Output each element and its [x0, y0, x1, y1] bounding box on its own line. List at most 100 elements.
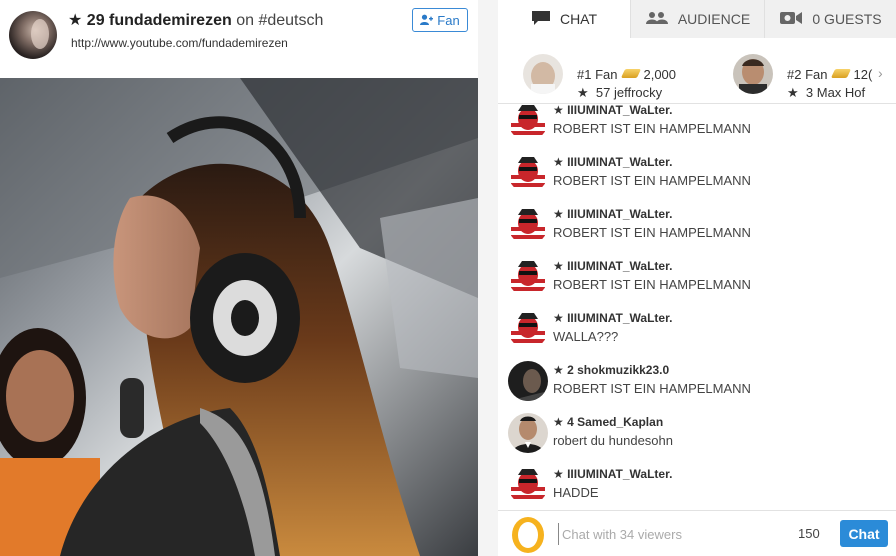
- fan-name[interactable]: jeffrocky: [614, 85, 662, 100]
- video-stream[interactable]: [0, 78, 478, 556]
- tab-audience[interactable]: AUDIENCE: [631, 0, 765, 38]
- chat-messages[interactable]: ★ IIIUMINAT_WaLter. ROBERT IST EIN HAMPEL…: [498, 105, 896, 510]
- star-icon: ★: [553, 467, 564, 481]
- user-name[interactable]: IIIUMINAT_WaLter.: [564, 155, 672, 169]
- chat-text: ROBERT IST EIN HAMPELMANN: [553, 277, 751, 292]
- broadcaster-url[interactable]: http://www.youtube.com/fundademirezen: [71, 36, 288, 50]
- tab-chat-label: CHAT: [559, 11, 598, 27]
- video-frame: [0, 78, 478, 556]
- chat-text: WALLA???: [553, 329, 619, 344]
- tab-chat[interactable]: CHAT: [498, 0, 631, 38]
- star-icon: ★: [553, 155, 564, 169]
- broadcaster-avatar[interactable]: [9, 11, 57, 59]
- broadcaster-title: ★ 29 fundademirezen on #deutsch: [68, 10, 323, 30]
- fan-rank-row: #2 Fan 12(: [787, 67, 872, 82]
- chat-username[interactable]: ★ IIIUMINAT_WaLter.: [553, 207, 672, 221]
- chevron-right-icon[interactable]: ›: [878, 65, 883, 81]
- user-level: 2: [563, 363, 574, 377]
- user-name[interactable]: IIIUMINAT_WaLter.: [564, 207, 672, 221]
- star-icon: ★: [553, 311, 564, 325]
- chat-username[interactable]: ★ 4 Samed_Kaplan: [553, 415, 663, 429]
- add-user-icon: [420, 14, 434, 26]
- star-icon: ★: [577, 85, 589, 100]
- column-divider: [478, 0, 498, 556]
- star-icon: ★: [553, 259, 564, 273]
- chat-message: ★ IIIUMINAT_WaLter. HADDE: [508, 465, 888, 510]
- chat-username[interactable]: ★ IIIUMINAT_WaLter.: [553, 467, 672, 481]
- user-avatar[interactable]: [508, 361, 548, 401]
- user-level: 4: [563, 415, 574, 429]
- broadcaster-name[interactable]: fundademirezen: [109, 12, 232, 29]
- chat-text: robert du hundesohn: [553, 433, 673, 448]
- gold-bar-icon: [831, 69, 852, 78]
- fan-name[interactable]: Max Hof: [817, 85, 865, 100]
- fan-level: 57: [595, 85, 611, 100]
- chat-username[interactable]: ★ IIIUMINAT_WaLter.: [553, 311, 672, 325]
- send-chat-button[interactable]: Chat: [840, 520, 888, 547]
- fan-button[interactable]: Fan: [412, 8, 468, 32]
- user-avatar[interactable]: [508, 205, 548, 245]
- own-avatar[interactable]: [510, 516, 546, 554]
- fan-coins: 2,000: [643, 67, 677, 82]
- star-icon: ★: [553, 105, 564, 117]
- user-avatar[interactable]: [508, 465, 548, 505]
- video-camera-icon: [779, 10, 803, 29]
- chat-text: HADDE: [553, 485, 599, 500]
- chat-message: ★ 4 Samed_Kaplanrobert du hundesohn: [508, 413, 888, 465]
- user-avatar[interactable]: [508, 153, 548, 193]
- chat-message: ★ IIIUMINAT_WaLter. ROBERT IST EIN HAMPEL…: [508, 205, 888, 257]
- top-fan-2[interactable]: #2 Fan 12( ★ 3 Max Hof: [733, 54, 873, 100]
- star-icon: ★: [787, 85, 799, 100]
- chat-message: ★ IIIUMINAT_WaLter. ROBERT IST EIN HAMPEL…: [508, 153, 888, 205]
- chat-message: ★ 2 shokmuzikk23.0 ROBERT IST EIN HAMPELM…: [508, 361, 888, 413]
- chat-text: ROBERT IST EIN HAMPELMANN: [553, 121, 751, 136]
- fan-user-row: ★ 3 Max Hof: [787, 85, 865, 101]
- chat-text: ROBERT IST EIN HAMPELMANN: [553, 381, 751, 396]
- top-fan-1[interactable]: #1 Fan 2,000 ★ 57 jeffrocky: [523, 54, 703, 100]
- user-name[interactable]: IIIUMINAT_WaLter.: [564, 467, 672, 481]
- broadcast-panel: ★ 29 fundademirezen on #deutsch http://w…: [0, 0, 478, 556]
- fan-avatar[interactable]: [733, 54, 773, 94]
- top-fans-bar: #1 Fan 2,000 ★ 57 jeffrocky #2 Fan 12( ★ 3: [498, 40, 896, 104]
- chat-message: ★ IIIUMINAT_WaLter. ROBERT IST EIN HAMPEL…: [508, 105, 888, 153]
- channel-link[interactable]: #deutsch: [258, 12, 323, 29]
- user-name[interactable]: IIIUMINAT_WaLter.: [564, 105, 672, 117]
- chat-composer: 150 Chat: [498, 510, 896, 556]
- app-root: ★ 29 fundademirezen on #deutsch http://w…: [0, 0, 896, 556]
- user-avatar[interactable]: [508, 105, 548, 141]
- chat-username[interactable]: ★ IIIUMINAT_WaLter.: [553, 155, 672, 169]
- fan-button-label: Fan: [437, 12, 460, 28]
- on-label: on: [236, 12, 254, 29]
- chat-username[interactable]: ★ IIIUMINAT_WaLter.: [553, 259, 672, 273]
- star-icon: ★: [68, 12, 83, 29]
- chat-input[interactable]: [558, 523, 778, 545]
- chat-username[interactable]: ★ IIIUMINAT_WaLter.: [553, 105, 672, 117]
- fan-coins: 12(: [853, 67, 873, 82]
- broadcaster-level: 29: [86, 12, 105, 29]
- chat-panel: CHAT AUDIENCE 0 GUESTS #1 Fan 2,000 ★ 57…: [498, 0, 896, 556]
- user-avatar[interactable]: [508, 413, 548, 453]
- chat-text: ROBERT IST EIN HAMPELMANN: [553, 225, 751, 240]
- tab-guests-label: 0 GUESTS: [812, 11, 882, 27]
- fan-rank-row: #1 Fan 2,000: [577, 67, 676, 82]
- chat-message: ★ IIIUMINAT_WaLter. WALLA???: [508, 309, 888, 361]
- user-name[interactable]: IIIUMINAT_WaLter.: [564, 311, 672, 325]
- star-icon: ★: [553, 207, 564, 221]
- star-icon: ★: [553, 415, 564, 429]
- user-name[interactable]: shokmuzikk23.0: [574, 363, 669, 377]
- chat-message: ★ IIIUMINAT_WaLter. ROBERT IST EIN HAMPEL…: [508, 257, 888, 309]
- user-name[interactable]: Samed_Kaplan: [574, 415, 663, 429]
- fan-rank: #2 Fan: [787, 67, 828, 82]
- fan-avatar[interactable]: [523, 54, 563, 94]
- gold-bar-icon: [621, 69, 642, 78]
- user-name[interactable]: IIIUMINAT_WaLter.: [564, 259, 672, 273]
- chat-username[interactable]: ★ 2 shokmuzikk23.0: [553, 363, 669, 377]
- tab-guests[interactable]: 0 GUESTS: [765, 0, 896, 38]
- broadcaster-header: ★ 29 fundademirezen on #deutsch http://w…: [0, 0, 478, 78]
- star-icon: ★: [553, 363, 564, 377]
- fan-user-row: ★ 57 jeffrocky: [577, 85, 662, 101]
- user-avatar[interactable]: [508, 257, 548, 297]
- people-icon: [645, 11, 669, 28]
- user-avatar[interactable]: [508, 309, 548, 349]
- tab-audience-label: AUDIENCE: [677, 11, 751, 27]
